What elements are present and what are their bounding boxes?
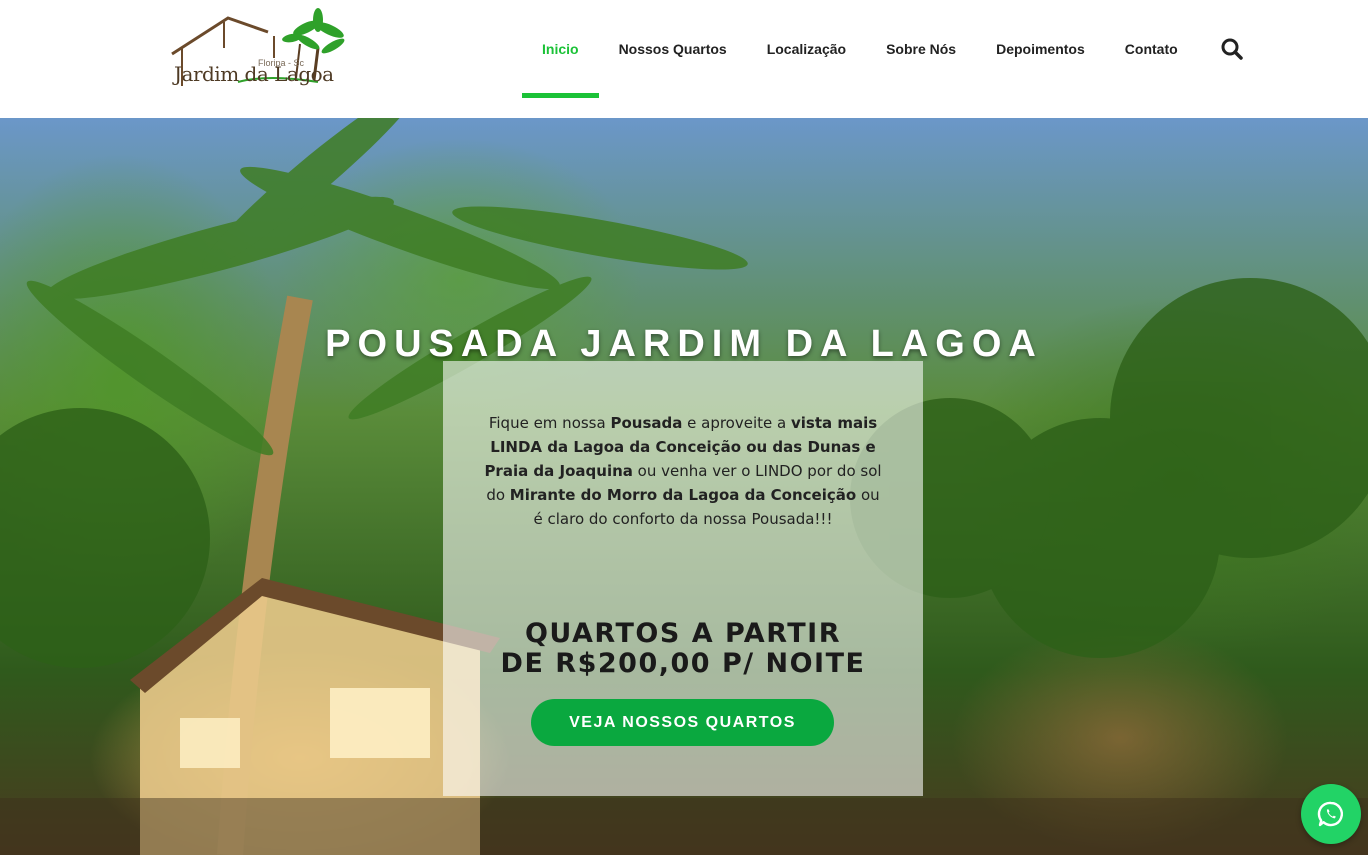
hero-info-panel: Fique em nossa Pousada e aproveite a vis… [443,361,923,796]
see-rooms-button[interactable]: VEJA NOSSOS QUARTOS [531,699,834,746]
hero-section: POUSADA JARDIM DA LAGOA Fique em nossa P… [0,118,1368,855]
nav-item-inicio[interactable]: Inicio [522,0,599,98]
whatsapp-button[interactable] [1301,784,1361,844]
price-line-1: QUARTOS A PARTIR [524,618,842,649]
nav-item-sobre-nos[interactable]: Sobre Nós [866,0,976,98]
hero-intro-text: Fique em nossa Pousada e aproveite a vis… [483,411,883,531]
site-logo[interactable]: Floripa - Sc Jardim da Lagoa [168,8,350,92]
price-heading: QUARTOS A PARTIR DE R$200,00 P/ NOITE [443,619,923,679]
nav-item-depoimentos[interactable]: Depoimentos [976,0,1105,98]
intro-text-1: Fique em nossa [488,414,611,432]
main-nav: Inicio Nossos Quartos Localização Sobre … [522,0,1198,118]
logo-name: Jardim da Lagoa [174,62,334,86]
site-header: Floripa - Sc Jardim da Lagoa Inicio Noss… [0,0,1368,118]
intro-bold-3: Mirante do Morro da Lagoa da Conceição [509,486,857,504]
hero-title: POUSADA JARDIM DA LAGOA [325,323,1043,366]
price-line-2: DE R$200,00 P/ NOITE [500,648,866,679]
intro-text-2: e aproveite a [682,414,791,432]
whatsapp-icon [1317,801,1343,827]
nav-item-nossos-quartos[interactable]: Nossos Quartos [599,0,747,98]
nav-item-contato[interactable]: Contato [1105,0,1198,98]
nav-item-localizacao[interactable]: Localização [747,0,866,98]
search-icon[interactable] [1220,37,1244,61]
intro-bold-1: Pousada [610,414,683,432]
